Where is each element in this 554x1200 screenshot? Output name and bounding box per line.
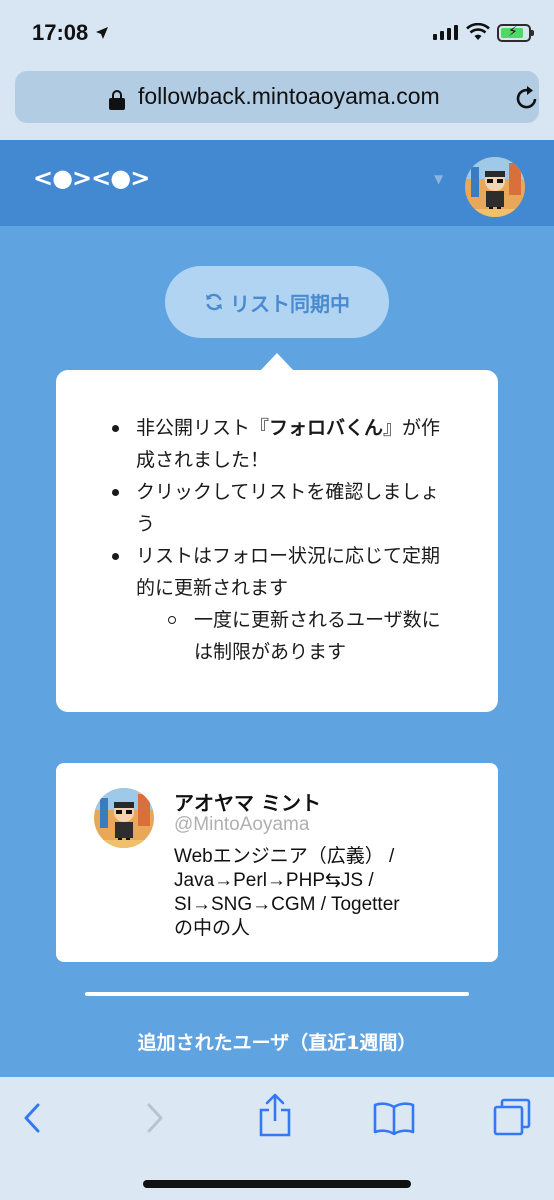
profile-handle[interactable]: @MintoAoyama — [174, 814, 309, 836]
home-indicator — [143, 1180, 411, 1188]
status-bar: 17:08 ⚡ — [0, 0, 554, 66]
app-logo[interactable]: <●><●> — [33, 164, 150, 192]
wifi-icon — [466, 23, 490, 40]
sync-label: リスト同期中 — [230, 291, 350, 316]
bio-line: SI→SNG→CGM / Togetter — [174, 894, 400, 915]
location-arrow-icon — [96, 27, 108, 39]
signal-icon — [433, 25, 458, 40]
lock-icon — [109, 90, 125, 110]
list-item: リストはフォロー状況に応じて定期的に更新されます — [102, 540, 458, 604]
url-text[interactable]: followback.mintoaoyama.com — [138, 83, 440, 110]
profile-avatar[interactable] — [94, 788, 154, 848]
reload-icon[interactable] — [515, 85, 539, 111]
battery-icon: ⚡ — [497, 24, 534, 42]
info-list: 非公開リスト『フォロバくん』が作成されました！ クリックしてリストを確認しましょ… — [102, 412, 458, 668]
sync-icon — [206, 293, 222, 311]
sync-status-button[interactable]: リスト同期中 — [165, 266, 389, 338]
browser-address-area: followback.mintoaoyama.com — [0, 66, 554, 140]
address-bar[interactable]: followback.mintoaoyama.com — [15, 71, 539, 123]
divider — [85, 992, 469, 996]
dropdown-arrow-icon[interactable]: ▼ — [434, 172, 443, 186]
chevron-left-icon[interactable] — [22, 1103, 42, 1133]
app-header: <●><●> ▼ — [0, 140, 554, 226]
list-item: 非公開リスト『フォロバくん』が作成されました！ — [102, 412, 458, 476]
profile-name[interactable]: アオヤマ ミント — [174, 787, 321, 816]
profile-card[interactable]: アオヤマ ミント @MintoAoyama Webエンジニア（広義） / Jav… — [56, 763, 498, 962]
book-icon[interactable] — [373, 1101, 415, 1135]
info-card: 非公開リスト『フォロバくん』が作成されました！ クリックしてリストを確認しましょ… — [56, 353, 498, 712]
bio-line: Java→Perl→PHP⇆JS / — [174, 870, 374, 891]
list-item: クリックしてリストを確認しましょう — [102, 476, 458, 540]
chevron-right-icon[interactable] — [145, 1103, 165, 1133]
status-time: 17:08 — [32, 20, 89, 45]
tabs-icon[interactable] — [492, 1097, 532, 1137]
bio-line: の中の人 — [174, 918, 251, 939]
profile-bio: Webエンジニア（広義） / Java→Perl→PHP⇆JS / SI→SNG… — [174, 845, 474, 941]
sub-list-item: 一度に更新されるユーザ数には制限があります — [102, 604, 458, 668]
share-icon[interactable] — [258, 1093, 292, 1137]
bio-line: Webエンジニア（広義） / — [174, 846, 395, 867]
section-title: 追加されたユーザ（直近1週間） — [137, 1032, 417, 1054]
list-name-link[interactable]: フォロバくん — [269, 417, 383, 439]
user-avatar[interactable] — [465, 157, 525, 217]
